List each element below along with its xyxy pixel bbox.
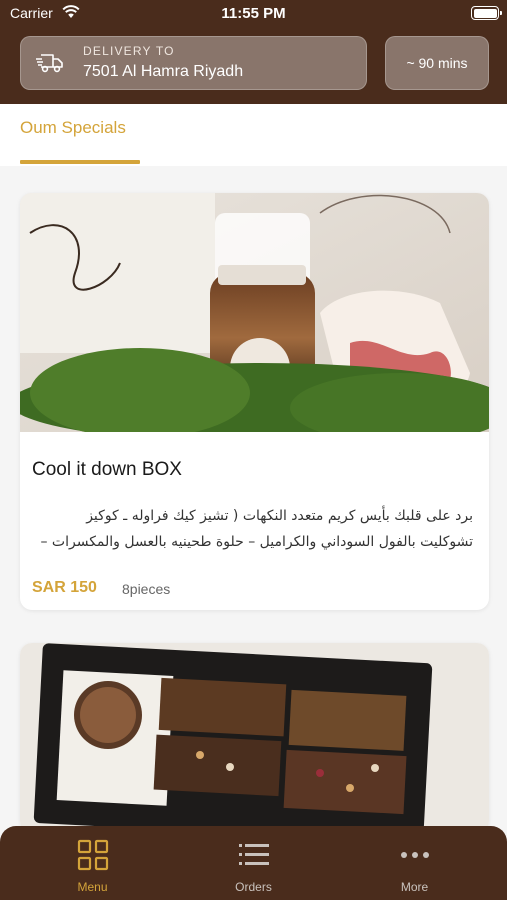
bottom-tab-bar: Menu Orders More: [0, 826, 507, 900]
tab-menu[interactable]: Menu: [8, 826, 177, 900]
tab-more-label: More: [400, 880, 429, 894]
product-card[interactable]: Cool it down BOX برد على قلبك بأيس كريم …: [20, 193, 489, 610]
delivery-truck-icon: [35, 51, 65, 79]
category-tabs: Oum Specials: [0, 104, 507, 166]
delivery-label: DELIVERY TO: [83, 44, 175, 58]
tab-oum-specials[interactable]: Oum Specials: [20, 118, 126, 138]
app-header: Carrier 11:55 PM DELIVERY TO 7501 Al Ham…: [0, 0, 507, 104]
list-icon: [238, 844, 269, 865]
status-time: 11:55 PM: [221, 5, 286, 22]
tab-menu-label: Menu: [77, 880, 108, 894]
battery-icon: [471, 6, 502, 20]
status-bar: Carrier 11:55 PM: [0, 0, 507, 28]
product-description: برد على قلبك بأيس كريم متعدد النكهات ( ت…: [40, 508, 473, 550]
grid-icon: [77, 839, 108, 871]
product-image: [20, 643, 489, 833]
product-card[interactable]: [20, 643, 489, 833]
delivery-location-button[interactable]: DELIVERY TO 7501 Al Hamra Riyadh: [20, 36, 367, 90]
more-icon: [400, 852, 429, 858]
delivery-address: 7501 Al Hamra Riyadh: [83, 63, 244, 80]
product-title: Cool it down BOX: [32, 459, 182, 480]
product-pieces: 8pieces: [122, 581, 171, 597]
product-price: SAR 150: [32, 579, 97, 596]
tab-more[interactable]: More: [330, 826, 499, 900]
product-image: [20, 193, 489, 432]
delivery-eta-button[interactable]: ~ 90 mins: [385, 36, 489, 90]
active-tab-indicator: [20, 160, 140, 164]
tab-orders[interactable]: Orders: [169, 826, 338, 900]
tab-orders-label: Orders: [235, 880, 272, 894]
